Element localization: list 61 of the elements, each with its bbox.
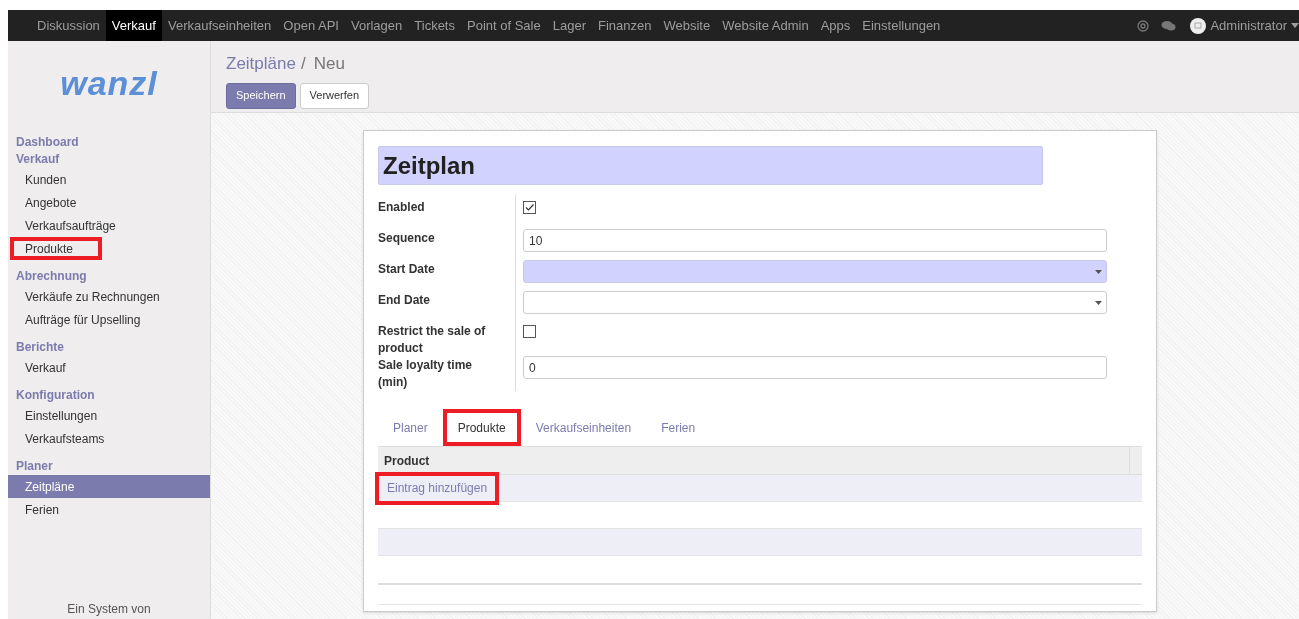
sidebar-section-title[interactable]: Konfiguration [8, 387, 210, 404]
footer-text: Ein System von [66, 601, 152, 618]
menu-item[interactable]: Finanzen [591, 10, 658, 41]
menu-item[interactable]: Verkaufseinheiten [161, 10, 278, 41]
sidebar-section-title[interactable]: Planer [8, 458, 210, 475]
chat-icon[interactable] [1161, 19, 1177, 32]
date-field[interactable] [523, 260, 1107, 283]
caret-icon [1291, 23, 1299, 28]
avatar-icon [1190, 17, 1207, 34]
input-field[interactable]: 10 [523, 229, 1107, 252]
sidebar-section-title[interactable]: Berichte [8, 339, 210, 356]
sidebar-item[interactable]: Zeitpläne [8, 475, 210, 498]
sidebar-item[interactable]: Verkäufe zu Rechnungen [8, 285, 210, 308]
input-field[interactable]: 0 [523, 356, 1107, 379]
menu-item[interactable]: Apps [814, 10, 857, 41]
sidebar-section-title[interactable]: Verkauf [8, 151, 210, 168]
menu-item[interactable]: Tickets [408, 10, 461, 41]
discard-button[interactable]: Verwerfen [299, 82, 370, 109]
menu-item[interactable]: Point of Sale [461, 10, 547, 41]
field-label: Start Date [378, 257, 516, 288]
menu-item[interactable]: Lager [546, 10, 592, 41]
field-label: Sequence [378, 226, 516, 257]
sidebar-item[interactable]: Verkaufsteams [8, 427, 210, 450]
tab[interactable]: Ferien [646, 409, 711, 446]
sidebar-item[interactable]: Angebote [8, 191, 210, 214]
breadcrumb-separator: / [300, 53, 306, 75]
caret-icon [1095, 300, 1102, 305]
sidebar-item[interactable]: Produkte [10, 237, 102, 260]
save-button[interactable]: Speichern [226, 82, 296, 109]
mention-icon[interactable] [1137, 19, 1150, 32]
user-menu[interactable]: Administrator [1190, 15, 1299, 36]
sidebar-item[interactable]: Verkaufsaufträge [8, 214, 210, 237]
menu-item[interactable]: Einstellungen [856, 10, 947, 41]
field-label: Enabled [378, 195, 516, 226]
checkbox[interactable] [523, 201, 536, 214]
menu-item[interactable]: Diskussion [31, 10, 106, 41]
checkbox[interactable] [523, 325, 536, 338]
tab[interactable]: Produkte [442, 409, 521, 446]
field-label: End Date [378, 288, 516, 319]
breadcrumb-current: Neu [313, 53, 345, 75]
menu-item[interactable]: Website Admin [716, 10, 815, 41]
breadcrumb-link[interactable]: Zeitpläne [226, 51, 296, 77]
menu-item[interactable]: Open API [277, 10, 345, 41]
menu-item[interactable]: Vorlagen [344, 10, 409, 41]
add-entry-link[interactable]: Eintrag hinzufügen [378, 474, 497, 502]
sidebar-item[interactable]: Einstellungen [8, 404, 210, 427]
menu-item[interactable]: Verkauf [105, 10, 162, 41]
tab[interactable]: Verkaufseinheiten [520, 409, 647, 446]
caret-icon [1095, 269, 1102, 274]
field-label: Restrict the sale of product [378, 319, 516, 353]
menu-item[interactable]: Website [657, 10, 717, 41]
name-field[interactable]: Zeitplan [378, 146, 1043, 185]
sidebar-item[interactable]: Aufträge für Upselling [8, 308, 210, 331]
column-header: Product [378, 447, 1130, 474]
date-field[interactable] [523, 291, 1107, 314]
sidebar-item[interactable]: Verkauf [8, 356, 210, 379]
tab[interactable]: Planer [378, 409, 443, 446]
sidebar-section-title[interactable]: Dashboard [8, 134, 210, 151]
sidebar-item[interactable]: Ferien [8, 498, 210, 521]
sidebar-section-title[interactable]: Abrechnung [8, 268, 210, 285]
sidebar-item[interactable]: Kunden [8, 168, 210, 191]
